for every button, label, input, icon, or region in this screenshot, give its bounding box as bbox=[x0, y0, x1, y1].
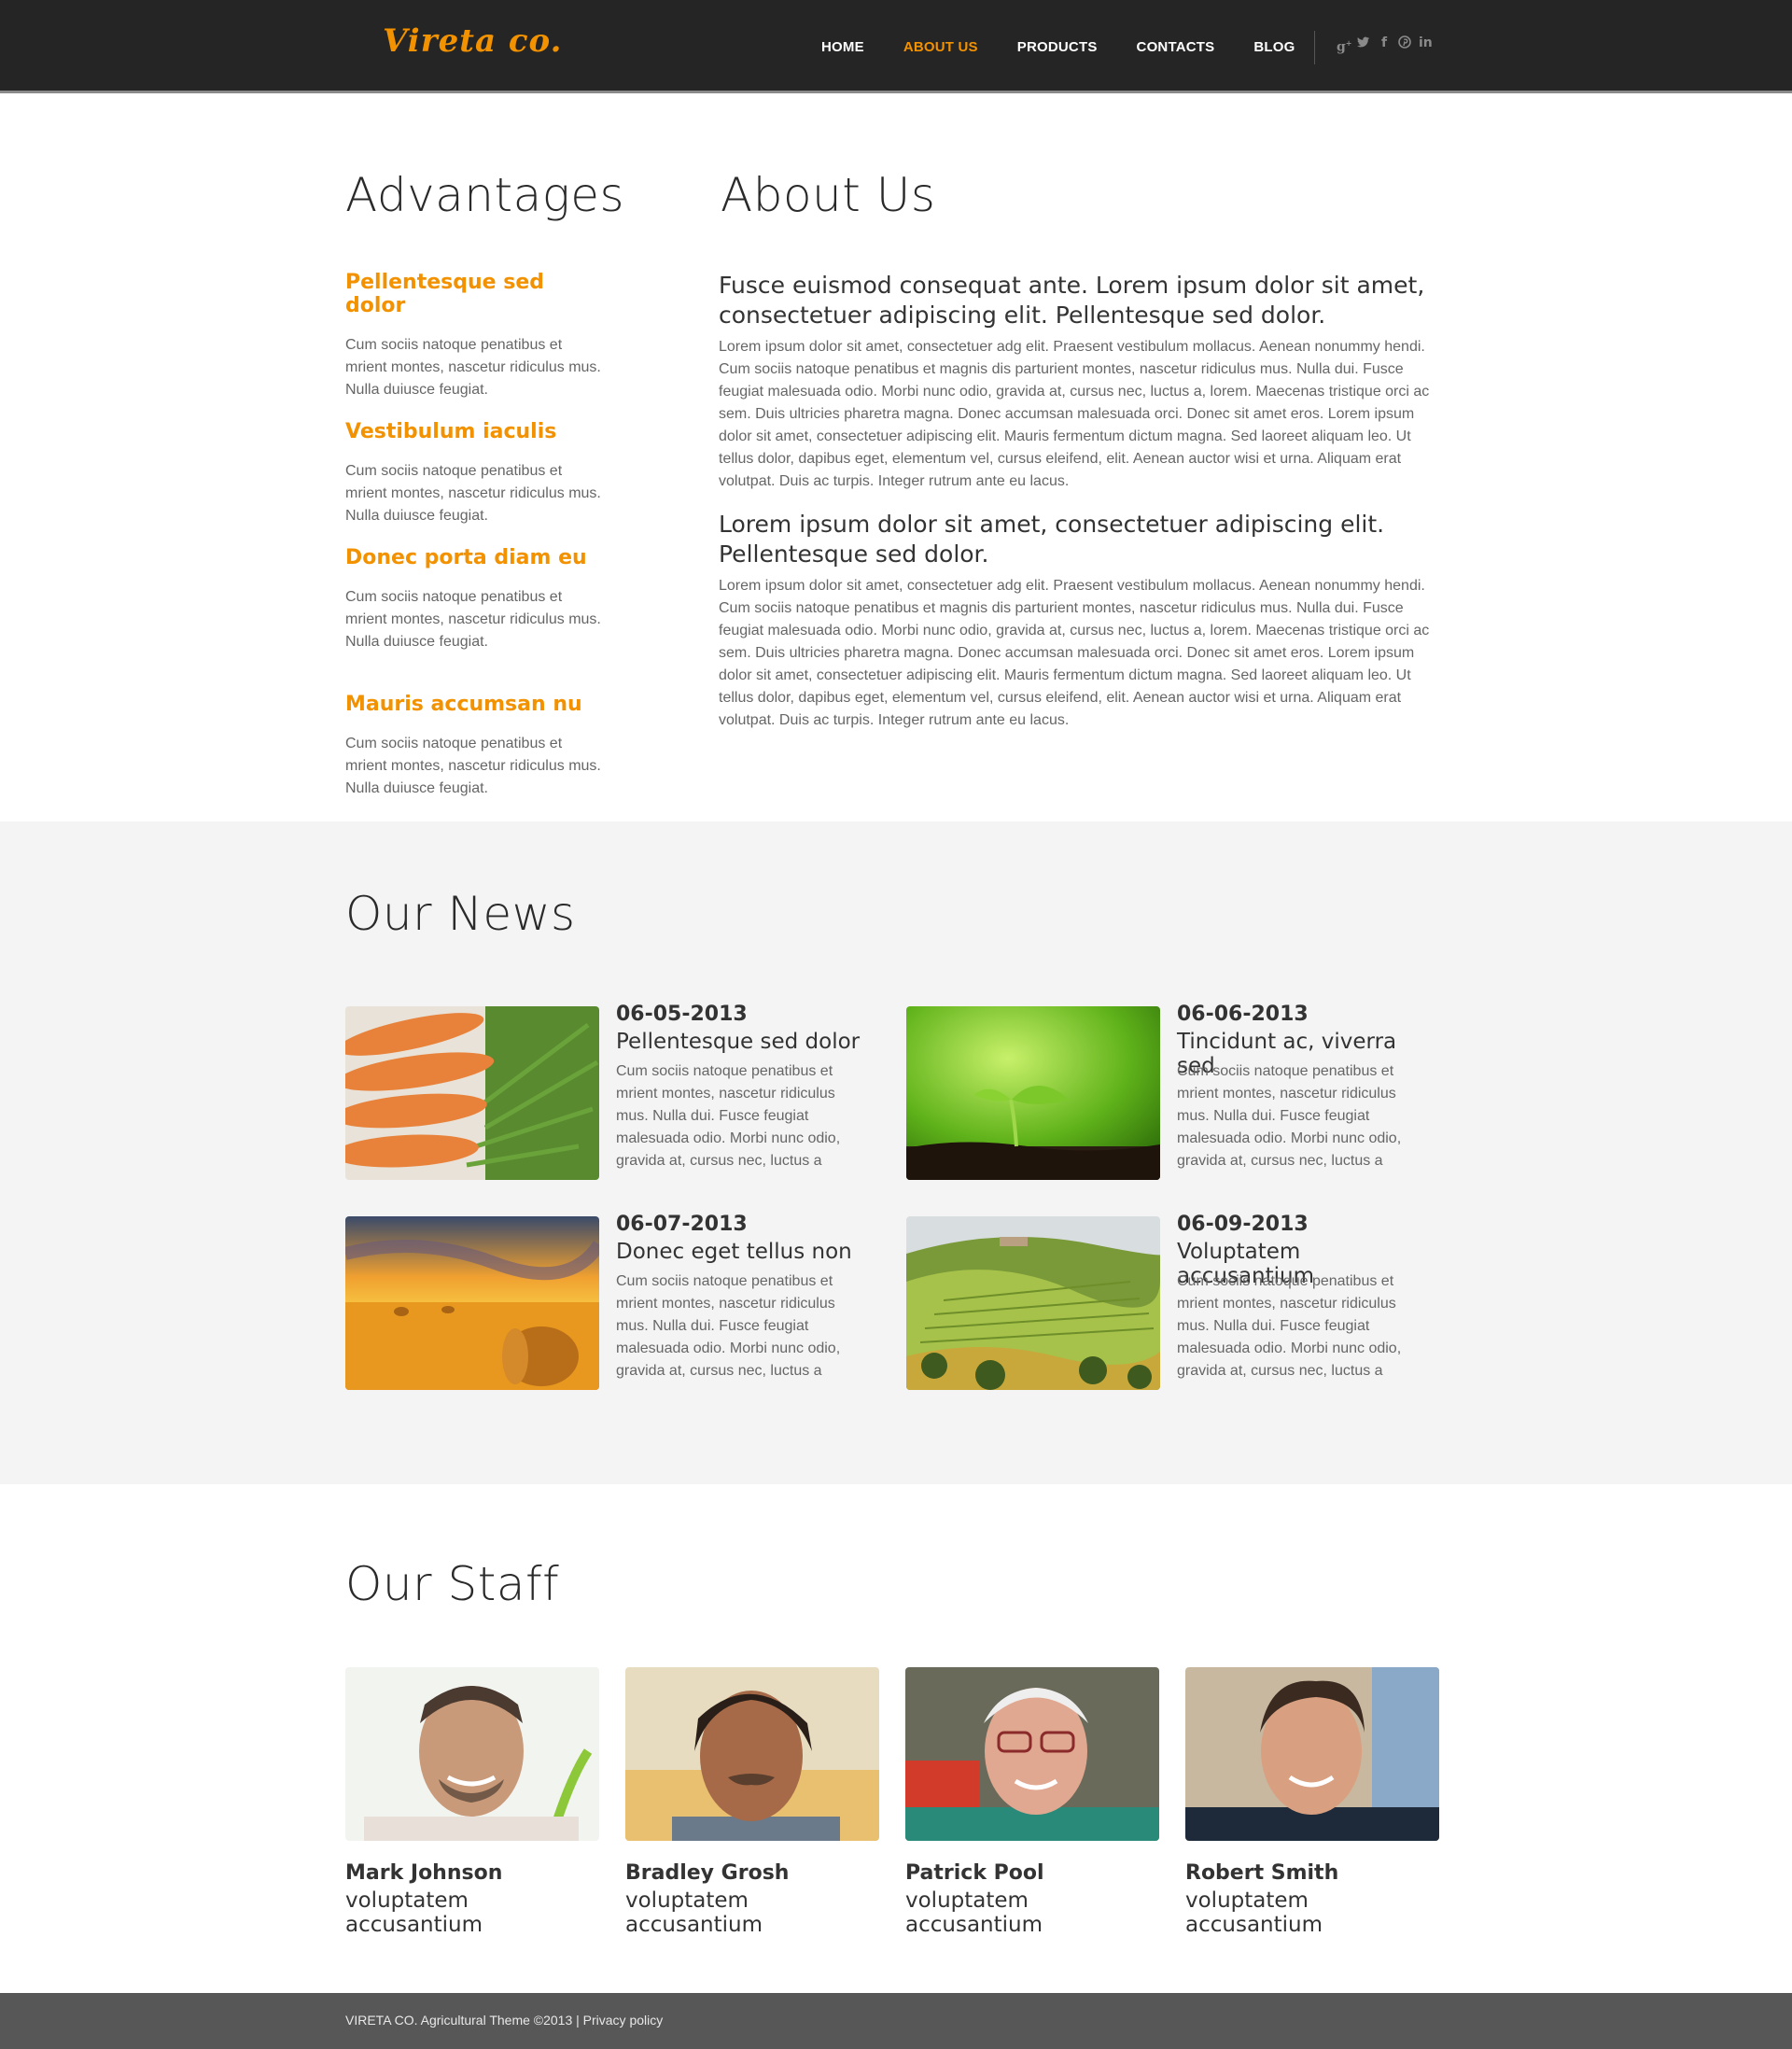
staff-name[interactable]: Bradley Grosh bbox=[625, 1861, 879, 1885]
nav-products[interactable]: PRODUCTS bbox=[1017, 39, 1098, 55]
nav-blog[interactable]: BLOG bbox=[1253, 39, 1295, 55]
advantage-text: Cum sociis natoque penatibus et mrient m… bbox=[345, 463, 601, 524]
news-heading[interactable]: Pellentesque sed dolor bbox=[616, 1030, 860, 1054]
news-image-carrots[interactable] bbox=[345, 1006, 599, 1180]
advantage-item: Vestibulum iaculis Cum sociis natoque pe… bbox=[345, 420, 607, 527]
staff-name[interactable]: Robert Smith bbox=[1185, 1861, 1439, 1885]
staff-name[interactable]: Patrick Pool bbox=[905, 1861, 1159, 1885]
staff-card: Patrick Pool voluptatem accusantium bbox=[905, 1667, 1159, 1937]
nav-home[interactable]: HOME bbox=[821, 39, 864, 55]
news-section: Our News 06-05-2013 Pellentesque sed dol… bbox=[0, 821, 1792, 1484]
staff-role: voluptatem accusantium bbox=[345, 1888, 483, 1937]
advantage-heading[interactable]: Vestibulum iaculis bbox=[345, 420, 607, 443]
news-item: 06-09-2013 Voluptatem accusantium Cum so… bbox=[906, 1213, 1429, 1390]
staff-name[interactable]: Mark Johnson bbox=[345, 1861, 599, 1885]
news-image-sprout[interactable] bbox=[906, 1006, 1160, 1180]
about-lead: Lorem ipsum dolor sit amet, consectetuer… bbox=[719, 511, 1385, 568]
advantage-text: Cum sociis natoque penatibus et mrient m… bbox=[345, 589, 601, 650]
staff-photo[interactable] bbox=[345, 1667, 599, 1841]
staff-photo[interactable] bbox=[625, 1667, 879, 1841]
news-text: Cum sociis natoque penatibus et mrient m… bbox=[616, 1063, 841, 1169]
privacy-policy-link[interactable]: Privacy policy bbox=[583, 2013, 664, 2028]
pinterest-icon[interactable] bbox=[1398, 35, 1411, 50]
site-footer: VIRETA CO. Agricultural Theme ©2013 | Pr… bbox=[0, 1993, 1792, 2049]
advantage-heading[interactable]: Mauris accumsan nu bbox=[345, 693, 607, 716]
news-image-vineyard-hills[interactable] bbox=[906, 1216, 1160, 1390]
staff-role: voluptatem accusantium bbox=[1185, 1888, 1323, 1937]
staff-photo[interactable] bbox=[905, 1667, 1159, 1841]
about-paragraph: Lorem ipsum dolor sit amet, consectetuer… bbox=[719, 339, 1430, 489]
news-heading[interactable]: Donec eget tellus non bbox=[616, 1240, 852, 1264]
footer-copyright-text: VIRETA CO. Agricultural Theme ©2013 | bbox=[345, 2013, 580, 2028]
news-text: Cum sociis natoque penatibus et mrient m… bbox=[1177, 1063, 1402, 1169]
linkedin-icon[interactable]: in bbox=[1419, 35, 1433, 50]
news-date: 06-05-2013 bbox=[616, 1003, 748, 1026]
staff-role: voluptatem accusantium bbox=[625, 1888, 763, 1937]
advantage-text: Cum sociis natoque penatibus et mrient m… bbox=[345, 337, 601, 398]
nav-contacts[interactable]: CONTACTS bbox=[1137, 39, 1215, 55]
news-item: 06-05-2013 Pellentesque sed dolor Cum so… bbox=[345, 1003, 868, 1180]
staff-photo[interactable] bbox=[1185, 1667, 1439, 1841]
news-date: 06-06-2013 bbox=[1177, 1003, 1309, 1026]
main-nav: HOME ABOUT US PRODUCTS CONTACTS BLOG bbox=[821, 0, 1335, 93]
advantage-heading[interactable]: Pellentesque sed dolor bbox=[345, 271, 607, 317]
social-links: g+ f in bbox=[1337, 35, 1433, 55]
news-date: 06-09-2013 bbox=[1177, 1213, 1309, 1236]
news-text: Cum sociis natoque penatibus et mrient m… bbox=[1177, 1273, 1402, 1379]
staff-role: voluptatem accusantium bbox=[905, 1888, 1043, 1937]
about-paragraph: Lorem ipsum dolor sit amet, consectetuer… bbox=[719, 578, 1430, 728]
advantage-item: Mauris accumsan nu Cum sociis natoque pe… bbox=[345, 693, 607, 800]
advantage-item: Pellentesque sed dolor Cum sociis natoqu… bbox=[345, 271, 607, 401]
twitter-icon[interactable] bbox=[1357, 35, 1370, 50]
news-date: 06-07-2013 bbox=[616, 1213, 748, 1236]
news-title: Our News bbox=[345, 887, 576, 941]
advantage-item: Donec porta diam eu Cum sociis natoque p… bbox=[345, 546, 607, 653]
facebook-icon[interactable]: f bbox=[1378, 35, 1391, 50]
site-header: Vireta co. HOME ABOUT US PRODUCTS CONTAC… bbox=[0, 0, 1792, 93]
advantages-list: Pellentesque sed dolor Cum sociis natoqu… bbox=[345, 271, 607, 819]
staff-card: Mark Johnson voluptatem accusantium bbox=[345, 1667, 599, 1937]
news-text: Cum sociis natoque penatibus et mrient m… bbox=[616, 1273, 841, 1379]
nav-divider bbox=[1314, 31, 1315, 64]
advantage-text: Cum sociis natoque penatibus et mrient m… bbox=[345, 736, 601, 796]
footer-copyright: VIRETA CO. Agricultural Theme ©2013 | Pr… bbox=[345, 2013, 663, 2028]
advantages-title: Advantages bbox=[345, 168, 625, 222]
staff-title: Our Staff bbox=[345, 1557, 560, 1611]
nav-about-us[interactable]: ABOUT US bbox=[903, 39, 978, 55]
advantage-heading[interactable]: Donec porta diam eu bbox=[345, 546, 607, 569]
about-us-body: Fusce euismod consequat ante. Lorem ipsu… bbox=[719, 271, 1437, 749]
news-item: 06-07-2013 Donec eget tellus non Cum soc… bbox=[345, 1213, 868, 1390]
staff-card: Bradley Grosh voluptatem accusantium bbox=[625, 1667, 879, 1937]
news-item: 06-06-2013 Tincidunt ac, viverra sed Cum… bbox=[906, 1003, 1429, 1180]
staff-card: Robert Smith voluptatem accusantium bbox=[1185, 1667, 1439, 1937]
about-us-title: About Us bbox=[721, 168, 936, 222]
news-image-hay-field[interactable] bbox=[345, 1216, 599, 1390]
google-plus-icon[interactable]: g+ bbox=[1337, 35, 1352, 55]
site-logo[interactable]: Vireta co. bbox=[383, 22, 562, 60]
about-lead: Fusce euismod consequat ante. Lorem ipsu… bbox=[719, 272, 1425, 329]
